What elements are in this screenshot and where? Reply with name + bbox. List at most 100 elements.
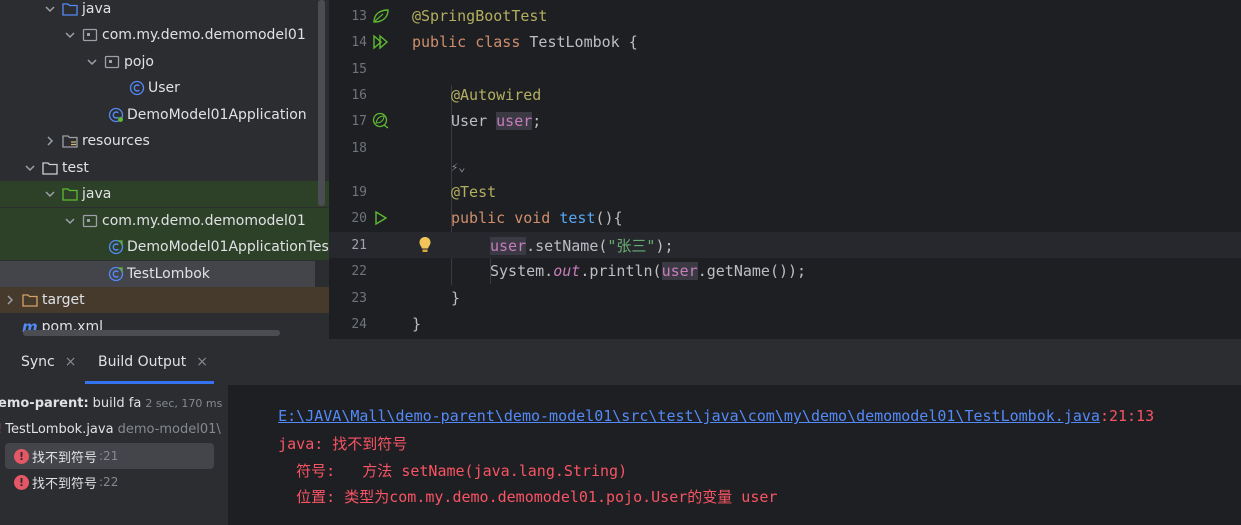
tree-item-label: DemoModel01Application [127, 107, 307, 123]
type-name: User [451, 112, 488, 130]
line-number: 14 [351, 34, 367, 50]
line-number: 24 [351, 316, 367, 332]
build-file-module: demo-model01\ [117, 421, 221, 437]
tree-item-resources[interactable]: resources [0, 128, 318, 154]
class-name: TestLombok { [529, 33, 638, 51]
location-var: user [741, 488, 778, 506]
line-number: 15 [351, 61, 367, 77]
method-call: .println( [580, 262, 662, 280]
build-file-item[interactable]: ! TestLombok.java demo-model01\ [0, 416, 221, 442]
tree-item-demo-application[interactable]: DemoModel01Application [0, 102, 318, 128]
chevron-down-icon[interactable] [24, 162, 36, 174]
code-line[interactable]: 20 public void test(){ [329, 205, 1241, 231]
code-line[interactable]: 18 [329, 135, 1241, 161]
tree-item-test-package[interactable]: com.my.demo.demomodel01 [0, 208, 329, 234]
package-icon [104, 55, 120, 69]
code-line[interactable]: 19 @Test [329, 179, 1241, 205]
annotation: @Test [451, 183, 497, 201]
error-line: :22 [99, 475, 119, 489]
line-number: 23 [351, 290, 367, 306]
punctuation: ); [655, 236, 674, 255]
code-line[interactable]: 22 System.out.println(user.getName()); [329, 258, 1241, 284]
error-position: :21:13 [1099, 407, 1155, 425]
inlay-hint-icon[interactable]: ⚡⌄ [451, 160, 465, 174]
method-name: test [559, 209, 596, 227]
code-line[interactable]: 15 [329, 56, 1241, 82]
tree-item-label: java [82, 186, 112, 202]
code-line[interactable]: 16 @Autowired [329, 82, 1241, 108]
code-line[interactable]: 14 public class TestLombok { [329, 29, 1241, 55]
error-line: :21 [99, 449, 119, 463]
lightbulb-icon[interactable] [415, 235, 435, 255]
code-line[interactable]: 24 } [329, 311, 1241, 337]
test-class-icon [108, 266, 124, 282]
build-output-console[interactable]: E:\JAVA\Mall\demo-parent\demo-model01\sr… [228, 385, 1241, 525]
tree-item-test-lombok[interactable]: TestLombok [0, 261, 315, 287]
tree-item-application-tests[interactable]: DemoModel01ApplicationTests [0, 234, 329, 260]
tree-item-user[interactable]: User [0, 75, 318, 101]
code-editor[interactable]: 13 @SpringBootTest 14 public class TestL… [329, 0, 1241, 339]
line-number: 16 [351, 87, 367, 103]
tree-item-main-java[interactable]: java [0, 0, 318, 22]
punctuation: (){ [595, 209, 623, 227]
chevron-down-icon[interactable] [44, 3, 56, 15]
error-icon: ! [14, 448, 29, 464]
class-reference: System. [490, 262, 554, 280]
tree-horizontal-scrollbar[interactable] [23, 330, 280, 336]
location-label: 位置: 类型为 [278, 488, 390, 506]
output-line: 位置: 类型为com.my.demo.demomodel01.pojo.User… [242, 468, 777, 525]
run-all-icon[interactable] [371, 32, 391, 52]
package-icon [82, 28, 98, 42]
keyword: public [412, 33, 467, 51]
tab-label: Sync [21, 354, 55, 370]
tree-vertical-scrollbar[interactable] [318, 0, 325, 206]
autowired-bean-icon[interactable] [371, 111, 391, 131]
tree-item-target[interactable]: target [0, 287, 329, 313]
chevron-down-icon[interactable] [64, 29, 76, 41]
test-source-folder-icon [62, 187, 78, 201]
build-error-item[interactable]: ! 找不到符号 :21 [5, 443, 214, 469]
build-root-item[interactable]: emo-parent: build fa 2 sec, 170 ms [0, 390, 222, 416]
tree-item-label: TestLombok [127, 266, 210, 282]
tree-item-test-java[interactable]: java [0, 181, 329, 207]
tree-item-label: java [82, 1, 112, 17]
spring-leaf-icon[interactable] [371, 6, 391, 26]
tree-item-test[interactable]: test [0, 155, 318, 181]
code-line[interactable]: 17 User user; [329, 108, 1241, 134]
tree-item-label: test [62, 160, 89, 176]
chevron-down-icon[interactable] [64, 215, 76, 227]
keyword: void [514, 209, 551, 227]
code-line[interactable]: 23 } [329, 285, 1241, 311]
spring-boot-class-icon [108, 107, 124, 123]
package-icon [82, 214, 98, 228]
line-number: 13 [351, 8, 367, 24]
tree-item-package[interactable]: com.my.demo.demomodel01 [0, 22, 318, 48]
build-tool-window-tabs: Sync × Build Output × [0, 339, 1241, 385]
tree-item-label: DemoModel01ApplicationTests [127, 239, 329, 255]
tree-item-label: resources [82, 133, 150, 149]
build-status: build fa [92, 395, 142, 411]
run-test-icon[interactable] [371, 208, 391, 228]
close-icon[interactable]: × [65, 354, 77, 370]
tree-item-label: com.my.demo.demomodel01 [102, 27, 306, 43]
tab-build-output[interactable]: Build Output × [98, 339, 208, 385]
code-line[interactable]: 13 @SpringBootTest [329, 3, 1241, 29]
chevron-right-icon[interactable] [4, 294, 16, 306]
code-line-current[interactable]: 21 user.setName("张三"); [329, 232, 1241, 258]
semicolon: ; [532, 112, 542, 130]
line-number: 18 [351, 140, 367, 156]
build-error-item[interactable]: ! 找不到符号 :22 [0, 469, 118, 495]
chevron-down-icon[interactable] [44, 188, 56, 200]
tab-sync[interactable]: Sync × [21, 339, 76, 385]
chevron-down-icon[interactable] [86, 56, 98, 68]
tree-item-label: pojo [124, 54, 154, 70]
tree-item-pojo[interactable]: pojo [0, 49, 318, 75]
close-icon[interactable]: × [196, 354, 208, 370]
build-duration: 2 sec, 170 ms [145, 396, 223, 410]
annotation: @Autowired [451, 86, 542, 104]
folder-icon [42, 161, 58, 175]
field-name: user [490, 236, 527, 255]
field-name: user [661, 262, 698, 280]
line-number: 21 [351, 237, 367, 253]
chevron-right-icon[interactable] [44, 135, 56, 147]
